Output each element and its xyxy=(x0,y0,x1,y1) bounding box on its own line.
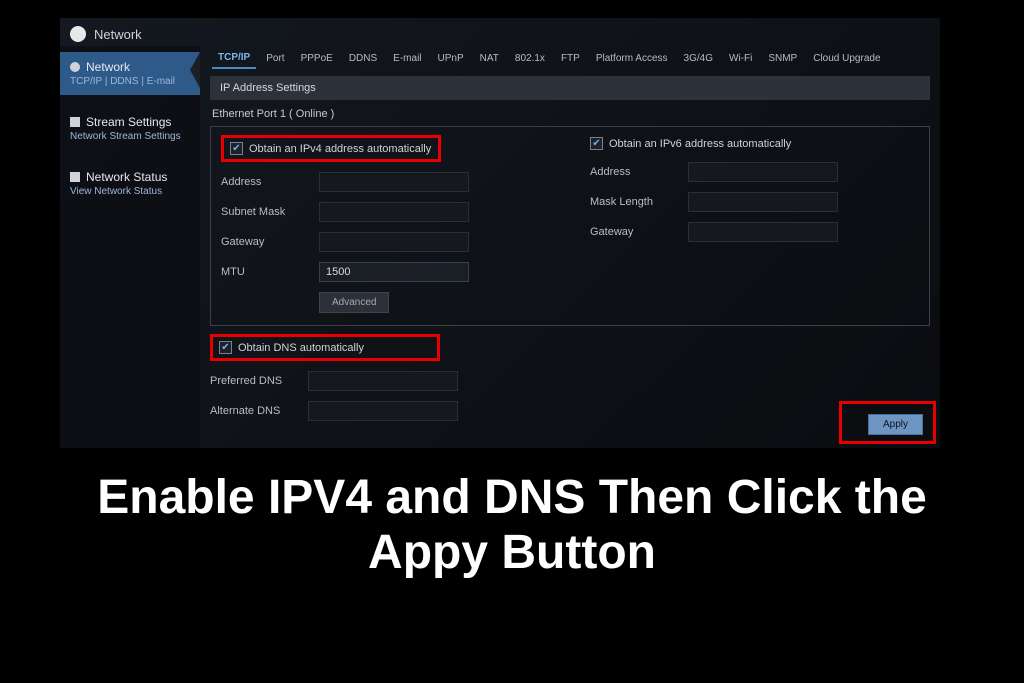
tab-platform[interactable]: Platform Access xyxy=(590,49,674,68)
dns-auto-label: Obtain DNS automatically xyxy=(238,342,364,354)
sidebar-item-stream[interactable]: Stream Settings Network Stream Settings xyxy=(60,107,200,150)
ipv6-auto-label: Obtain an IPv6 address automatically xyxy=(609,138,791,150)
alternate-dns-label: Alternate DNS xyxy=(210,405,308,417)
dns-auto-checkbox[interactable] xyxy=(219,341,232,354)
ipv4-subnet-label: Subnet Mask xyxy=(221,206,319,218)
ipv6-gateway-label: Gateway xyxy=(590,226,688,238)
sidebar-label: Network xyxy=(86,60,130,74)
tab-tcpip[interactable]: TCP/IP xyxy=(212,48,256,69)
sidebar-sub: View Network Status xyxy=(70,186,192,197)
instruction-caption: Enable IPV4 and DNS Then Click the Appy … xyxy=(0,470,1024,580)
top-bar: Network xyxy=(60,18,940,46)
sidebar-label: Network Status xyxy=(86,170,167,184)
apply-highlight-box: Apply xyxy=(839,401,936,444)
globe-icon xyxy=(70,26,86,42)
preferred-dns-label: Preferred DNS xyxy=(210,375,308,387)
tab-ddns[interactable]: DDNS xyxy=(343,49,383,68)
sidebar-item-status[interactable]: Network Status View Network Status xyxy=(60,162,200,205)
sidebar-sub: TCP/IP | DDNS | E-mail xyxy=(70,76,192,87)
tab-upnp[interactable]: UPnP xyxy=(432,49,470,68)
sidebar-label: Stream Settings xyxy=(86,115,171,129)
tabs-bar: TCP/IP Port PPPoE DDNS E-mail UPnP NAT 8… xyxy=(210,46,930,70)
ipv4-auto-label: Obtain an IPv4 address automatically xyxy=(249,143,431,155)
tab-ftp[interactable]: FTP xyxy=(555,49,586,68)
ipv6-gateway-input[interactable] xyxy=(688,222,838,242)
ipv4-address-label: Address xyxy=(221,176,319,188)
ipv4-address-input[interactable] xyxy=(319,172,469,192)
network-settings-screenshot: Network Network TCP/IP | DDNS | E-mail S… xyxy=(60,18,940,448)
mtu-input[interactable] xyxy=(319,262,469,282)
advanced-button[interactable]: Advanced xyxy=(319,292,389,313)
tab-nat[interactable]: NAT xyxy=(474,49,505,68)
tab-3g4g[interactable]: 3G/4G xyxy=(678,49,719,68)
grid-icon xyxy=(70,117,80,127)
tab-port[interactable]: Port xyxy=(260,49,290,68)
dns-auto-row: Obtain DNS automatically xyxy=(210,334,440,361)
ipv6-auto-row: Obtain an IPv6 address automatically xyxy=(590,135,919,152)
ipv6-address-input[interactable] xyxy=(688,162,838,182)
ipv4-column: Obtain an IPv4 address automatically Add… xyxy=(221,135,550,313)
ipv4-auto-checkbox[interactable] xyxy=(230,142,243,155)
preferred-dns-input[interactable] xyxy=(308,371,458,391)
top-title: Network xyxy=(94,27,142,42)
ipv6-address-label: Address xyxy=(590,166,688,178)
tab-cloud[interactable]: Cloud Upgrade xyxy=(807,49,886,68)
ipv4-gateway-input[interactable] xyxy=(319,232,469,252)
sidebar: Network TCP/IP | DDNS | E-mail Stream Se… xyxy=(60,46,200,448)
sidebar-sub: Network Stream Settings xyxy=(70,131,192,142)
tab-email[interactable]: E-mail xyxy=(387,49,427,68)
apply-button[interactable]: Apply xyxy=(868,414,923,435)
tab-pppoe[interactable]: PPPoE xyxy=(295,49,339,68)
ipv4-gateway-label: Gateway xyxy=(221,236,319,248)
ipv6-mask-input[interactable] xyxy=(688,192,838,212)
sidebar-item-network[interactable]: Network TCP/IP | DDNS | E-mail xyxy=(60,52,200,95)
ipv6-column: Obtain an IPv6 address automatically Add… xyxy=(590,135,919,313)
ipv6-auto-checkbox[interactable] xyxy=(590,137,603,150)
status-icon xyxy=(70,172,80,182)
content-area: TCP/IP Port PPPoE DDNS E-mail UPnP NAT 8… xyxy=(200,46,940,448)
tab-wifi[interactable]: Wi-Fi xyxy=(723,49,758,68)
tab-snmp[interactable]: SNMP xyxy=(762,49,803,68)
tab-8021x[interactable]: 802.1x xyxy=(509,49,551,68)
dns-section: Obtain DNS automatically Preferred DNS A… xyxy=(210,334,930,421)
port-label: Ethernet Port 1 ( Online ) xyxy=(210,100,930,126)
settings-box: Obtain an IPv4 address automatically Add… xyxy=(210,126,930,326)
alternate-dns-input[interactable] xyxy=(308,401,458,421)
ipv4-subnet-input[interactable] xyxy=(319,202,469,222)
globe-icon xyxy=(70,62,80,72)
section-header: IP Address Settings xyxy=(210,76,930,100)
ipv4-auto-row: Obtain an IPv4 address automatically xyxy=(221,135,441,162)
mtu-label: MTU xyxy=(221,266,319,278)
ipv6-mask-label: Mask Length xyxy=(590,196,688,208)
